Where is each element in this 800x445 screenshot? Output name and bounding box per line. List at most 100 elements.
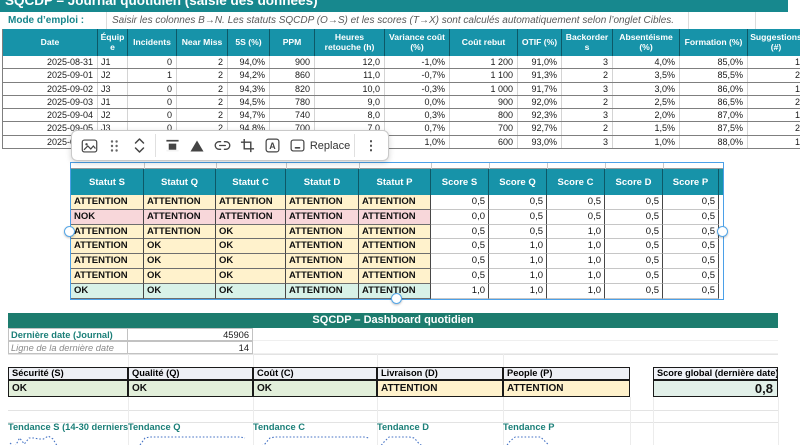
status-column-header: Statut P [359,169,431,195]
wrap-text-button[interactable] [160,133,184,158]
drag-handle[interactable] [102,133,126,158]
status-column-header: Statut D [286,169,359,195]
status-column-header: Score C [547,169,605,195]
journal-cell: 1,5% [613,122,680,135]
journal-cell: 1 [128,69,177,82]
wrap-text-icon [165,139,179,152]
journal-cell: J2 [98,69,128,82]
selection-handle-bottom[interactable] [391,293,402,304]
gridline [8,354,778,355]
status-column-header: Score S [431,169,489,195]
crop-button[interactable] [235,133,259,158]
move-up-down-button[interactable] [127,133,151,158]
score-cell: 1,0 [489,283,547,299]
image-button[interactable] [77,133,101,158]
info-row: Dernière date (Journal) 45906 [8,328,778,341]
journal-cell: 700 [450,122,518,135]
gridline [688,12,689,29]
score-cell: 0,5 [663,209,719,225]
gridline [286,163,287,169]
shape-button[interactable] [185,133,209,158]
status-row: ATTENTION ATTENTION OK ATTENTION ATTENTION 0,… [71,224,723,240]
gridline [128,354,129,367]
pillar-status: ATTENTION [377,380,503,397]
journal-cell: 94,3% [228,82,270,95]
status-column-header: Score Q [489,169,547,195]
journal-cell: 900 [450,95,518,109]
score-global-value: 0,8 [653,380,778,397]
caption-button[interactable] [285,133,309,158]
score-cell: 0,5 [489,224,547,240]
journal-cell: 2025-09-01 [3,69,98,82]
journal-cell: 0 [128,109,177,122]
pillar-status: OK [8,380,128,397]
journal-cell: 1,0% [613,135,680,149]
journal-cell: 1 200 [450,56,518,69]
journal-title-bar: SQCDP – Journal quotidien (saisie des do… [0,0,788,12]
journal-cell: 2 [177,95,228,109]
journal-cell: 4,0% [613,56,680,69]
gridline [503,354,504,367]
journal-row: 2025-09-04 J2 0 2 94,7% 740 8,0 0,3% 800 92,3% 3 2,… [3,109,800,123]
journal-cell: 2 [748,122,800,134]
journal-cell: 10,0 [315,82,385,95]
journal-column-header: Near Miss [177,29,228,56]
journal-cell: 2 [177,82,228,95]
trend-labels: Tendance S (14-30 derniers jours)Tendanc… [0,422,800,433]
status-row: ATTENTION OK OK ATTENTION ATTENTION 0,5 1,0 1,0… [71,268,723,284]
mode-demploi-label: Mode d’emploi : [8,15,85,26]
status-screenshot[interactable]: Statut S Statut Q Statut C Statut D Statut P… [70,162,724,300]
gridline [253,341,778,354]
journal-column-header: Absentéisme (%) [613,29,680,56]
journal-cell: 94,0% [228,56,270,69]
journal-cell: -0,3% [385,82,450,95]
journal-cell: 2 [177,56,228,69]
journal-cell: 1,0% [385,135,450,149]
trend-label: Tendance P [503,422,555,432]
score-cell: 0,5 [605,254,663,269]
selection-handle-left[interactable] [64,226,75,237]
dashboard-screenshot[interactable]: SQCDP – Dashboard quotidien Dernière dat… [0,310,800,445]
trend-sparklines [0,434,800,445]
status-cell: ATTENTION [359,254,431,269]
score-cell: 0,5 [431,224,489,240]
image-toolbar: A Replace ⋮ [71,130,389,161]
status-cell: ATTENTION [286,224,359,240]
score-cell: 0,5 [605,195,663,210]
journal-column-header: Équipe [98,29,128,56]
gridline [605,163,606,169]
gridline [144,163,145,169]
journal-cell: 800 [450,109,518,122]
trend-sparkline [380,436,423,445]
status-cell: OK [216,254,286,269]
pillar-header: Livraison (D) [377,367,503,380]
score-cell: 1,0 [547,224,605,240]
journal-screenshot[interactable]: SQCDP – Journal quotidien (saisie des do… [0,0,800,150]
status-cell: ATTENTION [71,195,144,210]
journal-cell: 2 [748,96,800,108]
journal-cell: 600 [450,135,518,149]
pillar-header: People (P) [503,367,630,380]
more-options-button[interactable]: ⋮ [359,133,383,158]
status-cell: ATTENTION [286,195,359,210]
journal-cell: 1 100 [450,69,518,82]
status-cell: ATTENTION [286,239,359,255]
journal-row: 2025-09-01 J2 1 2 94,2% 860 11,0 -0,7% 1 100 91,3… [3,69,800,83]
gridline [431,163,432,169]
replace-button[interactable]: Replace [310,133,350,158]
selection-handle-right[interactable] [717,226,728,237]
gridline [755,12,756,29]
journal-cell: 1 [748,56,800,68]
journal-column-header: Suggestions (#) [748,29,800,56]
score-cell: 0,5 [605,268,663,284]
score-cell: 0,5 [663,283,719,299]
journal-cell: 2,0% [613,109,680,122]
journal-column-header: Incidents [128,29,177,56]
journal-column-header: Coût rebut [450,29,518,56]
alt-text-button[interactable]: A [260,133,284,158]
score-cell: 0,5 [663,254,719,269]
journal-cell: 94,2% [228,69,270,82]
link-button[interactable] [210,133,234,158]
gridline [547,163,548,169]
journal-header-row: Date Équipe Incidents Near Miss 5S (%) PPM Heu… [3,29,800,56]
